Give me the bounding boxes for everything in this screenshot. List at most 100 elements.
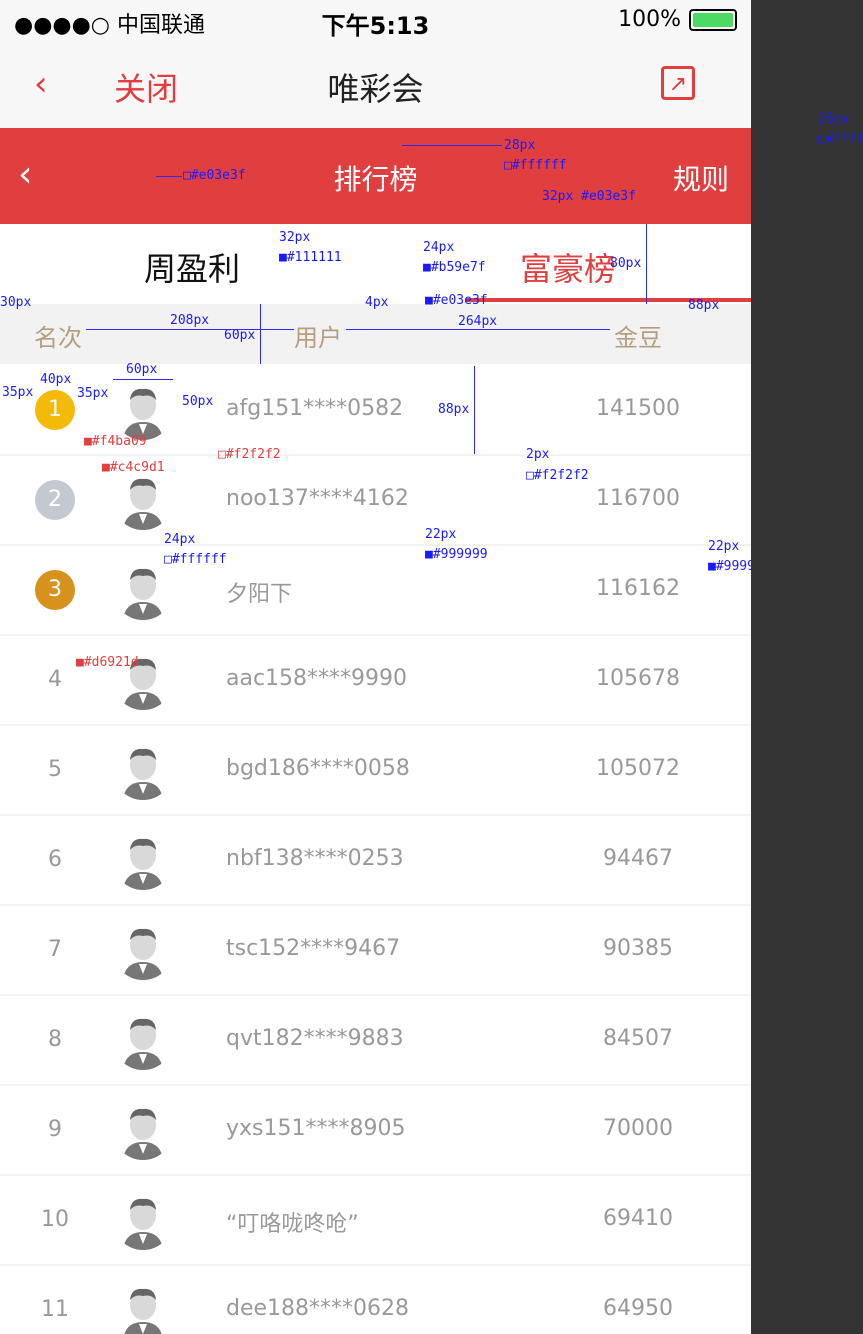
- annotation: 24px: [164, 532, 196, 547]
- gold-amount: 69410: [603, 1206, 673, 1231]
- table-row[interactable]: 4 aac158****9990 105678: [0, 636, 751, 726]
- rules-button[interactable]: 规则: [673, 158, 729, 198]
- avatar[interactable]: [113, 740, 173, 800]
- annotation: 4px: [365, 295, 389, 310]
- annotation: 88px: [688, 298, 720, 313]
- gold-amount: 105072: [596, 756, 680, 781]
- share-icon[interactable]: ↗: [661, 66, 695, 100]
- rank-badge: 6: [48, 847, 62, 872]
- rank-badge: 2: [35, 480, 75, 520]
- annotation: ■#c4c9d1: [102, 460, 165, 475]
- avatar[interactable]: [113, 830, 173, 890]
- column-rank: 名次: [34, 324, 82, 352]
- annotation: 80px: [610, 256, 642, 271]
- avatar[interactable]: [113, 1100, 173, 1160]
- gold-amount: 116162: [596, 576, 680, 601]
- username: nbf138****0253: [226, 846, 404, 871]
- nav-title: 唯彩会: [327, 70, 424, 108]
- rank-badge: 5: [48, 757, 62, 782]
- annotation: □#ffffff: [504, 158, 567, 173]
- username: aac158****9990: [226, 666, 408, 691]
- status-bar: ●●●●○ 中国联通 下午5:13 100%: [0, 0, 751, 42]
- battery-percent: 100%: [618, 7, 681, 32]
- rank-badge: 11: [41, 1297, 69, 1322]
- annotation: 24px: [423, 240, 455, 255]
- annotation: 32px #e03e3f: [542, 189, 636, 204]
- gold-amount: 105678: [596, 666, 680, 691]
- annotation: □#ffffff: [818, 132, 863, 147]
- annotation: 60px: [126, 362, 158, 377]
- avatar[interactable]: [113, 920, 173, 980]
- avatar[interactable]: [113, 560, 173, 620]
- battery-icon: [689, 8, 737, 31]
- username: yxs151****8905: [226, 1116, 406, 1141]
- ranking-list: 1 afg151****0582 141500 2 noo137****4162 1167…: [0, 366, 751, 1334]
- annotation: 22px: [425, 527, 457, 542]
- table-row[interactable]: 6 nbf138****0253 94467: [0, 816, 751, 906]
- annotation-line: [346, 329, 610, 330]
- annotation: 50px: [182, 394, 214, 409]
- gold-amount: 116700: [596, 486, 680, 511]
- username: noo137****4162: [226, 486, 409, 511]
- gold-amount: 141500: [596, 396, 680, 421]
- username: “叮咯咙咚呛”: [226, 1212, 359, 1237]
- username: qvt182****9883: [226, 1026, 404, 1051]
- username: dee188****0628: [226, 1296, 410, 1321]
- avatar[interactable]: [113, 1010, 173, 1070]
- annotation: 264px: [458, 314, 498, 329]
- annotation-line: [646, 224, 647, 304]
- column-gold: 金豆: [614, 324, 662, 352]
- table-row[interactable]: 7 tsc152****9467 90385: [0, 906, 751, 996]
- annotation: ■#f4ba09: [84, 434, 147, 449]
- annotation-line: [474, 366, 475, 454]
- gold-amount: 90385: [603, 936, 673, 961]
- avatar[interactable]: [113, 1190, 173, 1250]
- phone-screen: ●●●●○ 中国联通 下午5:13 100% ‹ 关闭 唯彩会 ↗ ‹ 排行榜 …: [0, 0, 751, 1334]
- ranking-header: ‹ 排行榜 规则: [0, 128, 751, 224]
- table-row[interactable]: 3 夕阳下 116162: [0, 546, 751, 636]
- annotation: ■#b59e7f: [423, 260, 486, 275]
- annotation: ■#999999: [425, 547, 488, 562]
- annotation: 28px: [504, 138, 536, 153]
- avatar[interactable]: [113, 1280, 173, 1334]
- rank-badge: 1: [35, 390, 75, 430]
- annotation-line: [260, 304, 261, 364]
- rank-badge: 4: [48, 667, 62, 692]
- annotation: 208px: [170, 313, 210, 328]
- annotation-line: [402, 145, 502, 146]
- rank-badge: 10: [41, 1207, 69, 1232]
- page-title: 排行榜: [333, 163, 418, 196]
- annotation: □#ffffff: [164, 552, 227, 567]
- annotation: 28px: [818, 112, 850, 127]
- tab-weekly-profit[interactable]: 周盈利: [144, 244, 240, 290]
- rank-badge: 7: [48, 937, 62, 962]
- annotation: □#f2f2f2: [218, 447, 281, 462]
- username: bgd186****0058: [226, 756, 410, 781]
- table-row[interactable]: 5 bgd186****0058 105072: [0, 726, 751, 816]
- username: afg151****0582: [226, 396, 404, 421]
- table-row[interactable]: 8 qvt182****9883 84507: [0, 996, 751, 1086]
- username: tsc152****9467: [226, 936, 401, 961]
- nav-bar: ‹ 关闭 唯彩会 ↗: [0, 42, 751, 129]
- table-row[interactable]: 9 yxs151****8905 70000: [0, 1086, 751, 1176]
- table-header: 名次 用户 金豆: [0, 304, 751, 364]
- rank-badge: 9: [48, 1117, 62, 1142]
- annotation: □#e03e3f: [183, 168, 246, 183]
- avatar[interactable]: [113, 380, 173, 440]
- annotation: 32px: [279, 230, 311, 245]
- annotation: ■#d6921d: [76, 655, 139, 670]
- table-row[interactable]: 11 dee188****0628 64950: [0, 1266, 751, 1334]
- status-right: 100%: [618, 7, 737, 32]
- annotation: ■#e03e3f: [425, 293, 488, 308]
- username: 夕阳下: [226, 582, 293, 607]
- rank-badge: 8: [48, 1027, 62, 1052]
- annotation-line: [113, 379, 173, 380]
- table-row[interactable]: 10 “叮咯咙咚呛” 69410: [0, 1176, 751, 1266]
- annotation: 35px: [77, 386, 109, 401]
- tab-rich-list[interactable]: 富豪榜: [520, 244, 616, 290]
- gold-amount: 94467: [603, 846, 673, 871]
- gold-amount: 84507: [603, 1026, 673, 1051]
- gold-amount: 64950: [603, 1296, 673, 1321]
- annotation-line: [86, 329, 294, 330]
- avatar[interactable]: [113, 470, 173, 530]
